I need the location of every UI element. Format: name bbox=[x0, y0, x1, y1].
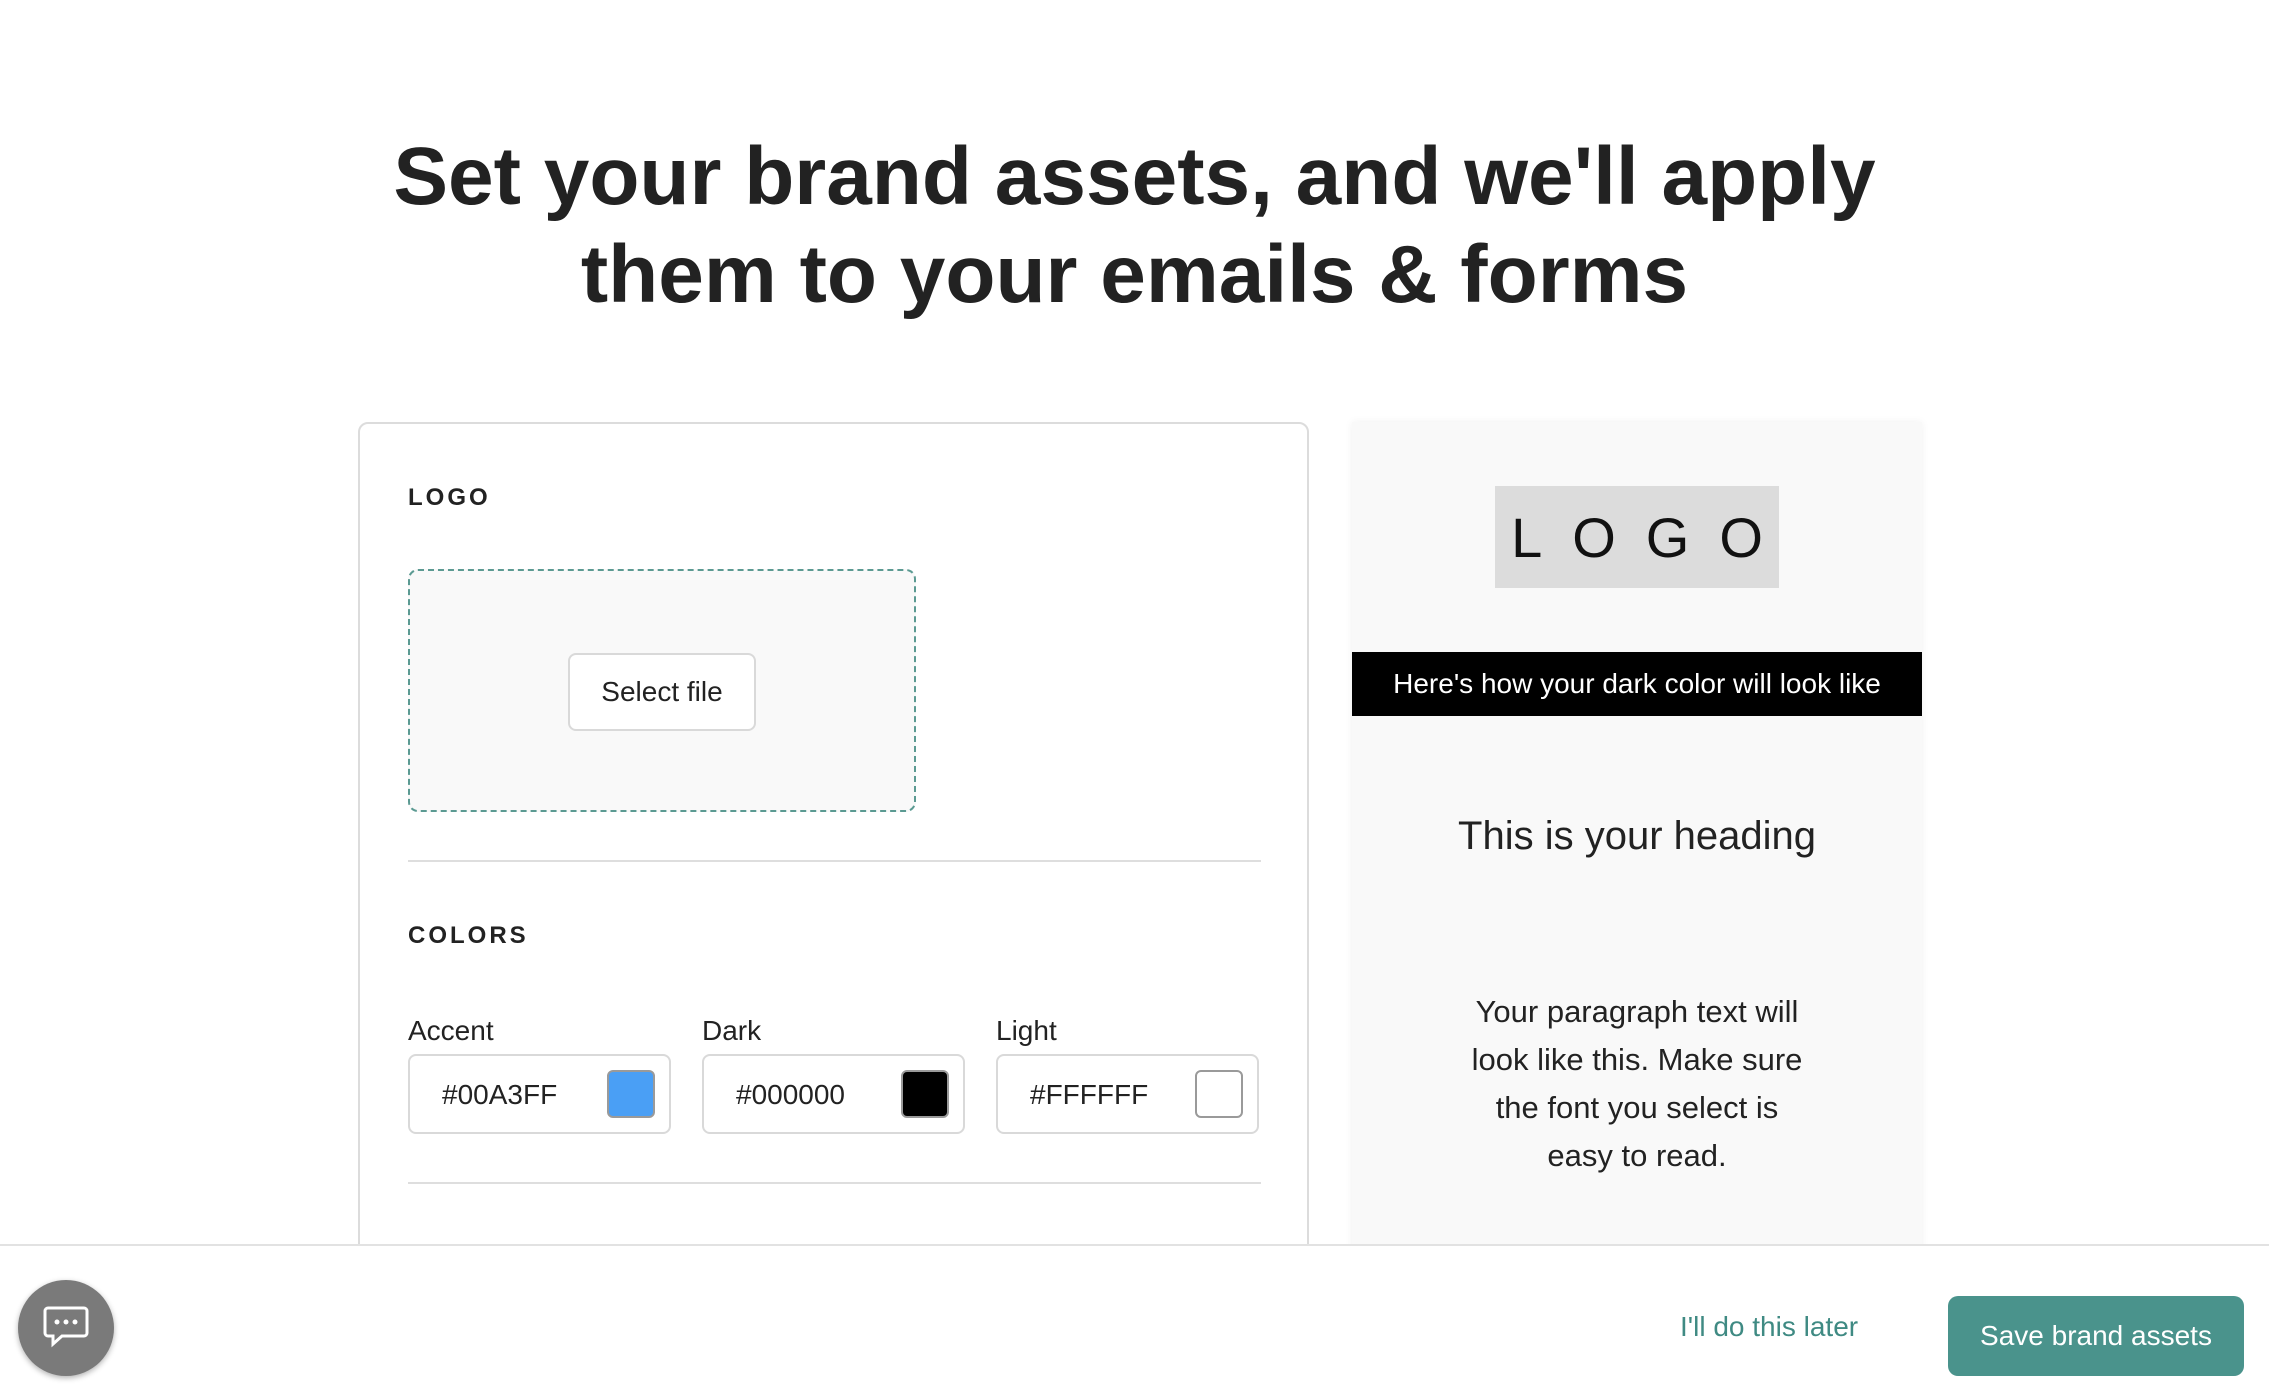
page-title: Set your brand assets, and we'll apply t… bbox=[0, 128, 2269, 324]
preview-heading: This is your heading bbox=[1458, 814, 1816, 858]
dark-color-input[interactable] bbox=[736, 1078, 886, 1112]
chat-button[interactable] bbox=[18, 1280, 114, 1376]
logo-section-label: LOGO bbox=[408, 484, 491, 511]
chat-bubble-icon bbox=[42, 1304, 90, 1353]
light-color-input[interactable] bbox=[1030, 1078, 1180, 1112]
select-file-button[interactable]: Select file bbox=[568, 653, 756, 731]
dark-color-field: Dark bbox=[702, 1012, 965, 1134]
preview-dark-color-bar: Here's how your dark color will look lik… bbox=[1352, 652, 1922, 716]
light-color-label: Light bbox=[996, 1015, 1057, 1046]
logo-dropzone[interactable]: Select file bbox=[408, 569, 916, 812]
do-this-later-link[interactable]: I'll do this later bbox=[1680, 1296, 1858, 1358]
accent-color-swatch[interactable] bbox=[607, 1070, 655, 1118]
accent-color-box[interactable] bbox=[408, 1054, 671, 1134]
accent-color-field: Accent bbox=[408, 1012, 671, 1134]
colors-section-label: COLORS bbox=[408, 922, 529, 949]
footer-bar: I'll do this later Save brand assets bbox=[0, 1244, 2269, 1400]
dark-color-label: Dark bbox=[702, 1015, 762, 1046]
page-title-line-2: them to your emails & forms bbox=[580, 229, 1689, 320]
preview-paragraph: Your paragraph text will look like this.… bbox=[1471, 994, 1803, 1173]
accent-color-label: Accent bbox=[408, 1015, 494, 1046]
light-color-field: Light bbox=[996, 1012, 1259, 1134]
section-divider bbox=[408, 1182, 1261, 1184]
accent-color-input[interactable] bbox=[442, 1078, 592, 1112]
dark-color-swatch[interactable] bbox=[901, 1070, 949, 1118]
light-color-swatch[interactable] bbox=[1195, 1070, 1243, 1118]
save-brand-assets-button[interactable]: Save brand assets bbox=[1948, 1296, 2244, 1376]
light-color-box[interactable] bbox=[996, 1054, 1259, 1134]
dark-color-box[interactable] bbox=[702, 1054, 965, 1134]
preview-logo-placeholder: LOGO bbox=[1495, 486, 1779, 588]
section-divider bbox=[408, 860, 1261, 862]
page-title-line-1: Set your brand assets, and we'll apply bbox=[393, 131, 1876, 222]
